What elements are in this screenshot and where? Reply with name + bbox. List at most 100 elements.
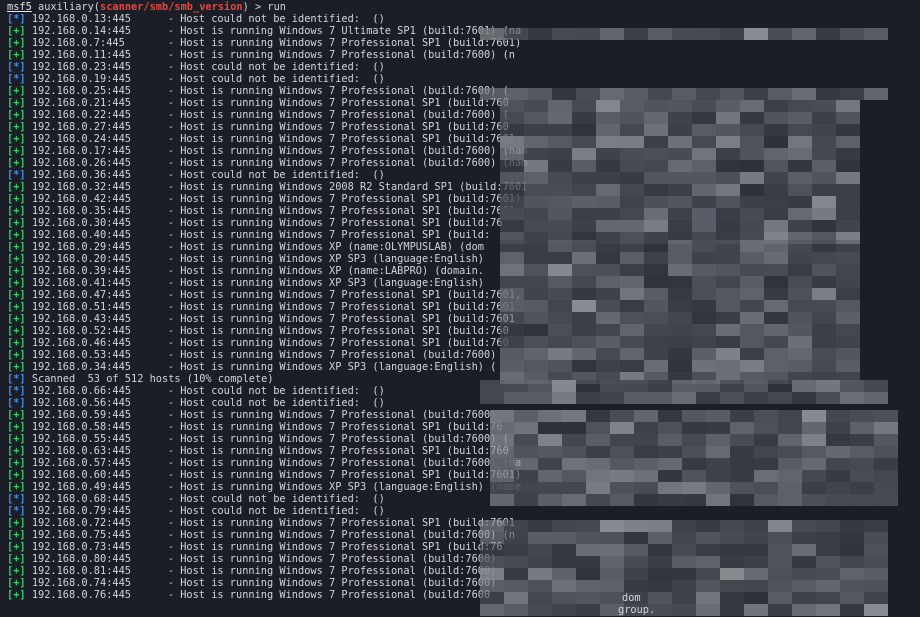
redaction-block <box>500 160 524 172</box>
redaction-block <box>668 240 692 252</box>
redaction-block <box>816 556 840 568</box>
host-result: - Host is running Windows 7 Professional… <box>167 349 497 361</box>
redaction-block <box>610 410 634 422</box>
redaction-block <box>812 160 836 172</box>
redaction-block <box>840 380 864 392</box>
redaction-block <box>480 544 504 556</box>
redaction-block <box>562 434 586 446</box>
redaction-block <box>792 28 816 40</box>
redaction-block <box>596 184 620 196</box>
redaction-block <box>812 124 836 136</box>
redaction-block <box>696 544 720 556</box>
redaction-block <box>754 482 778 494</box>
redaction-block <box>692 112 716 124</box>
redaction-block <box>764 252 788 264</box>
host-result: - Host is running Windows 7 Professional… <box>167 433 509 445</box>
redaction-block <box>548 240 572 252</box>
redaction-block <box>668 172 692 184</box>
redaction-block <box>528 604 552 616</box>
redaction-block <box>576 28 600 40</box>
redaction-block <box>792 392 816 404</box>
redaction-block <box>840 520 864 532</box>
host-result: - Host is running Windows XP SP3 (langua… <box>167 253 484 265</box>
redaction-block <box>788 220 812 232</box>
redaction-block <box>706 422 730 434</box>
redaction-block <box>668 348 692 360</box>
redaction-block <box>682 458 706 470</box>
redaction-block <box>812 300 836 312</box>
redaction-block <box>500 136 524 148</box>
redaction-block <box>624 392 648 404</box>
redaction-block <box>836 288 860 300</box>
redaction-block <box>692 288 716 300</box>
status-success-icon: [+] <box>7 109 32 121</box>
redaction-block <box>524 300 548 312</box>
redaction-block <box>836 148 860 160</box>
host-result: - Host is running Windows 7 Professional… <box>167 289 522 301</box>
redaction-block <box>620 172 644 184</box>
terminal-window[interactable]: msf5 auxiliary(scanner/smb/smb_version) … <box>0 0 920 617</box>
redaction-block <box>764 160 788 172</box>
redaction-block <box>788 240 812 252</box>
redaction-block <box>620 100 644 112</box>
redaction-block <box>740 184 764 196</box>
redaction-block <box>504 532 528 544</box>
host-address: 192.168.0.11:445 <box>31 49 132 61</box>
redaction-block <box>744 556 768 568</box>
redaction-block <box>706 446 730 458</box>
redaction-block <box>696 520 720 532</box>
redaction-block <box>644 288 668 300</box>
redaction-block <box>864 568 888 580</box>
status-success-icon: [+] <box>7 541 32 553</box>
redaction-block <box>524 100 548 112</box>
redaction-block <box>696 28 720 40</box>
status-success-icon: [+] <box>7 553 32 565</box>
host-result: - Host is running Windows 7 Professional… <box>167 337 509 349</box>
redaction-block <box>744 28 768 40</box>
output-line: [+] 192.168.0.40:445 - Host is running Wi… <box>7 229 490 241</box>
redaction-block <box>672 88 696 100</box>
redaction-block <box>572 148 596 160</box>
status-success-icon: [+] <box>7 157 32 169</box>
redaction-block <box>812 312 836 324</box>
redaction-block <box>548 312 572 324</box>
redaction-block <box>548 112 572 124</box>
redaction-block <box>740 300 764 312</box>
redaction-block <box>812 348 836 360</box>
output-line: [+] 192.168.0.14:445 - Host is running Wi… <box>7 25 521 37</box>
redaction-block <box>764 264 788 276</box>
redaction-block <box>840 568 864 580</box>
redaction-block <box>740 196 764 208</box>
redaction-block <box>524 124 548 136</box>
redaction-block <box>792 568 816 580</box>
redaction-block <box>524 160 548 172</box>
redaction-block <box>692 312 716 324</box>
redaction-block <box>740 124 764 136</box>
redaction-block <box>802 458 826 470</box>
redaction-block <box>524 208 548 220</box>
redaction-block <box>816 544 840 556</box>
redaction-block <box>692 276 716 288</box>
redaction-block <box>596 172 620 184</box>
redaction-block <box>500 100 524 112</box>
redaction-block <box>740 360 764 372</box>
redaction-block <box>696 88 720 100</box>
redaction-block <box>500 220 524 232</box>
redaction-block <box>528 544 552 556</box>
redaction-block <box>480 580 504 592</box>
redaction-block <box>504 28 528 40</box>
redaction-block <box>572 112 596 124</box>
redaction-block <box>552 568 576 580</box>
redaction-block <box>740 148 764 160</box>
redaction-block <box>620 240 644 252</box>
host-result: - Host is running Windows 7 Professional… <box>167 325 509 337</box>
redaction-block <box>548 148 572 160</box>
redaction-block <box>692 148 716 160</box>
redaction-block <box>692 172 716 184</box>
redaction-block <box>716 360 740 372</box>
redaction-block <box>600 392 624 404</box>
output-line: [+] 192.168.0.17:445 - Host is running Wi… <box>7 145 527 157</box>
redaction-block <box>572 288 596 300</box>
host-result: - Host is running Windows XP SP3 (langua… <box>167 277 484 289</box>
redaction-block <box>672 568 696 580</box>
